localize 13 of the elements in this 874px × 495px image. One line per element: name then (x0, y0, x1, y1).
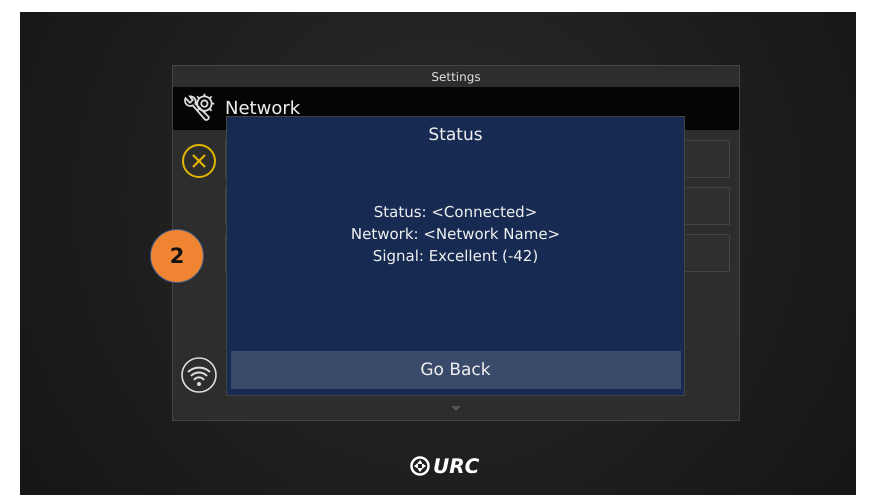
status-line: Status: <Connected> (374, 202, 538, 223)
status-line: Network: <Network Name> (350, 224, 560, 245)
wifi-icon[interactable] (180, 356, 218, 394)
step-badge: 2 (150, 229, 204, 283)
status-line: Signal: Excellent (-42) (372, 246, 538, 267)
caret-icon (451, 406, 461, 411)
logo-icon (410, 456, 430, 476)
logo-text: URC (433, 456, 480, 476)
go-back-button[interactable]: Go Back (230, 351, 680, 389)
window-title: Settings (431, 70, 481, 84)
close-icon[interactable] (181, 143, 217, 179)
page-title: Network (225, 98, 300, 118)
dialog-title: Status (428, 125, 483, 145)
